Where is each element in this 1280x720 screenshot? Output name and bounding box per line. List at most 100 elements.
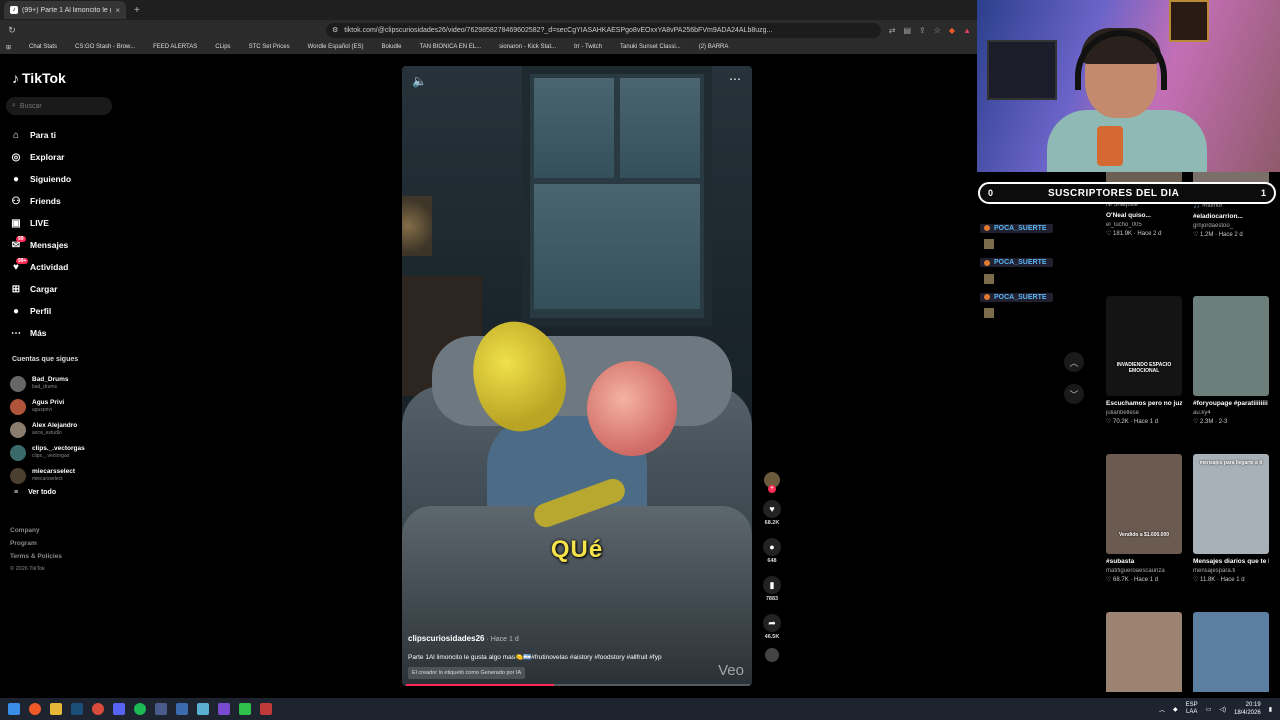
search-input[interactable]: ⌕ Buscar (6, 97, 112, 115)
following-account[interactable]: clips._.vectorgas clips._.vectorgas (10, 441, 85, 464)
app-icon-5[interactable] (239, 703, 251, 715)
recommended-video-card[interactable]: #foryoupage #paratiiiiiiii #fy... au.ky4 ♡… (1193, 296, 1269, 425)
card-author[interactable]: au.ky4 (1193, 410, 1269, 416)
nav-upload[interactable]: ⊞ Cargar (10, 278, 71, 300)
video-thumbnail[interactable]: Vendido a $1.600.000 (1106, 454, 1182, 554)
app-icon-3[interactable] (197, 703, 209, 715)
bookmark-item[interactable]: Boludle (372, 44, 402, 51)
nav-more[interactable]: ⋯ Más (10, 322, 71, 344)
see-all-button[interactable]: ≡ Ver todo (10, 489, 85, 496)
reload-icon[interactable]: ↻ (6, 25, 18, 36)
site-info-icon[interactable]: ⚙ (332, 26, 338, 34)
ai-generated-label[interactable]: El creador lo etiquetó como Generado por… (408, 667, 526, 679)
spotify-icon[interactable] (134, 703, 146, 715)
following-account[interactable]: miecarsselect miecarsselect (10, 464, 85, 487)
notification-icon[interactable]: ▮ (1269, 706, 1272, 713)
app-icon-6[interactable] (260, 703, 272, 715)
brave-shield-icon[interactable]: ◆ (949, 26, 955, 35)
video-thumbnail[interactable]: mensajes para llegarte a ti (1193, 454, 1269, 554)
tray-chevron-icon[interactable]: ︿ (1159, 705, 1165, 714)
recommended-video-card[interactable]: mensajes para llegarte a ti Mensajes diar… (1193, 454, 1269, 583)
nav-activity[interactable]: ♥ 99+ Actividad (10, 256, 71, 278)
nav-profile[interactable]: ● Perfil (10, 300, 71, 322)
nav-friends[interactable]: ⚇ Friends (10, 190, 71, 212)
more-options-icon[interactable]: ⋯ (729, 72, 742, 86)
like-action[interactable]: ♥ 68.2K (763, 500, 781, 526)
bookmark-item[interactable]: Tanuki Sunset Classi... (610, 44, 681, 51)
nav-following[interactable]: ● Siguiendo (10, 168, 71, 190)
share-arrow-icon[interactable]: ➦ (763, 614, 781, 632)
save-action[interactable]: ▮ 7883 (763, 576, 781, 602)
clock[interactable]: 20:19 18/4/2026 (1234, 701, 1261, 717)
tiktok-logo[interactable]: ♪ TikTok (12, 70, 66, 86)
bookmark-item[interactable]: TAN BIONICA EN EL... (410, 44, 482, 51)
video-thumbnail[interactable] (1193, 612, 1269, 692)
share-icon[interactable]: ⇪ (919, 26, 926, 35)
video-thumbnail[interactable] (1193, 296, 1269, 396)
card-author[interactable]: mensajespara.ti (1193, 568, 1269, 574)
bookmark-star-icon[interactable]: ☆ (934, 26, 941, 35)
app-icon-4[interactable] (218, 703, 230, 715)
card-author[interactable]: julianbellese (1106, 410, 1182, 416)
chevron-up-icon[interactable]: ︿ (1064, 352, 1084, 372)
creator-avatar[interactable]: + (764, 472, 780, 493)
address-bar[interactable]: ⚙ tiktok.com/@clipscuriosidades26/video/… (326, 22, 881, 38)
app-icon-2[interactable] (176, 703, 188, 715)
volume-tray-icon[interactable]: ◁) (1219, 706, 1226, 713)
volume-icon[interactable]: 🔈 (412, 74, 427, 88)
recommended-video-card[interactable] (1106, 612, 1182, 692)
bookmark-item[interactable]: (2) BARRA (689, 44, 729, 51)
bookmark-item[interactable]: FEED ALERTAS (143, 44, 197, 51)
app-icon-1[interactable] (155, 703, 167, 715)
bookmark-item[interactable]: Wordle Español (ES) (298, 44, 364, 51)
recommended-video-card[interactable] (1193, 612, 1269, 692)
footer-terms[interactable]: Terms & Policies (10, 550, 62, 563)
video-thumbnail[interactable]: INVADIENDO ESPACIO EMOCIONAL (1106, 296, 1182, 396)
tab-close-icon[interactable]: × (115, 6, 120, 15)
nav-live[interactable]: ▣ LIVE (10, 212, 71, 234)
recommended-video-card[interactable]: INVADIENDO ESPACIO EMOCIONAL Escuchamos p… (1106, 296, 1182, 425)
bookmark-item[interactable]: Chat Stats (19, 44, 57, 51)
bookmark-icon[interactable]: ▮ (763, 576, 781, 594)
extensions-icon[interactable]: ▤ (903, 26, 911, 35)
nav-explore[interactable]: ◎ Explorar (10, 146, 71, 168)
brave-browser-icon[interactable] (29, 703, 41, 715)
following-account[interactable]: Agus Privi agusprivi (10, 395, 85, 418)
following-account[interactable]: Alex Alejandro aoca_estudio (10, 418, 85, 441)
footer-company[interactable]: Company (10, 524, 62, 537)
file-explorer-icon[interactable] (50, 703, 62, 715)
windows-start-icon[interactable] (8, 703, 20, 715)
music-disc-icon[interactable] (765, 648, 779, 662)
bookmark-item[interactable]: CS:GO Stash - Brow... (65, 44, 135, 51)
card-author[interactable]: matifigueroaescauriza (1106, 568, 1182, 574)
network-icon[interactable]: ▭ (1206, 706, 1212, 713)
comment-action[interactable]: ● 648 (763, 538, 781, 564)
card-author[interactable]: el_lucho_005 (1106, 222, 1182, 228)
following-account[interactable]: Bad_Drums bad_drums (10, 372, 85, 395)
footer-program[interactable]: Program (10, 537, 62, 550)
language-indicator[interactable]: ESP LAA (1186, 702, 1198, 716)
bookmark-item[interactable]: STC Set Prices (239, 44, 290, 51)
nav-messages[interactable]: ✉ 99 Mensajes (10, 234, 71, 256)
card-author[interactable]: grnjordaestoo_ (1193, 223, 1269, 229)
chrome-icon[interactable] (92, 703, 104, 715)
steam-icon[interactable] (71, 703, 83, 715)
share-action[interactable]: ➦ 46.5K (763, 614, 781, 640)
browser-tab-active[interactable]: ♪ (99+) Parte 1 Al limoncito le g... × (4, 1, 126, 19)
heart-icon[interactable]: ♥ (763, 500, 781, 518)
recommended-video-card[interactable]: Vendido a $1.600.000 #subasta matifigueroa… (1106, 454, 1182, 583)
translate-icon[interactable]: ⇄ (889, 26, 896, 35)
rewards-icon[interactable]: ▲ (963, 26, 971, 35)
bookmark-item[interactable]: sionaron - Kick Stat... (489, 44, 556, 51)
comment-icon[interactable]: ● (763, 538, 781, 556)
tray-app-icon[interactable]: ◆ (1173, 706, 1178, 713)
bookmark-item[interactable]: CLips (205, 44, 230, 51)
video-player[interactable]: QUé 🔈 ⋯ clipscuriosidades26 · Hace 1 d P… (402, 66, 752, 686)
apps-grid-icon[interactable]: ⊞ (6, 44, 11, 51)
video-progress-bar[interactable] (406, 684, 750, 686)
video-thumbnail[interactable] (1106, 612, 1182, 692)
chevron-down-icon[interactable]: ﹀ (1064, 384, 1084, 404)
new-tab-button[interactable]: + (134, 5, 140, 16)
discord-icon[interactable] (113, 703, 125, 715)
follow-plus-icon[interactable]: + (768, 485, 776, 493)
